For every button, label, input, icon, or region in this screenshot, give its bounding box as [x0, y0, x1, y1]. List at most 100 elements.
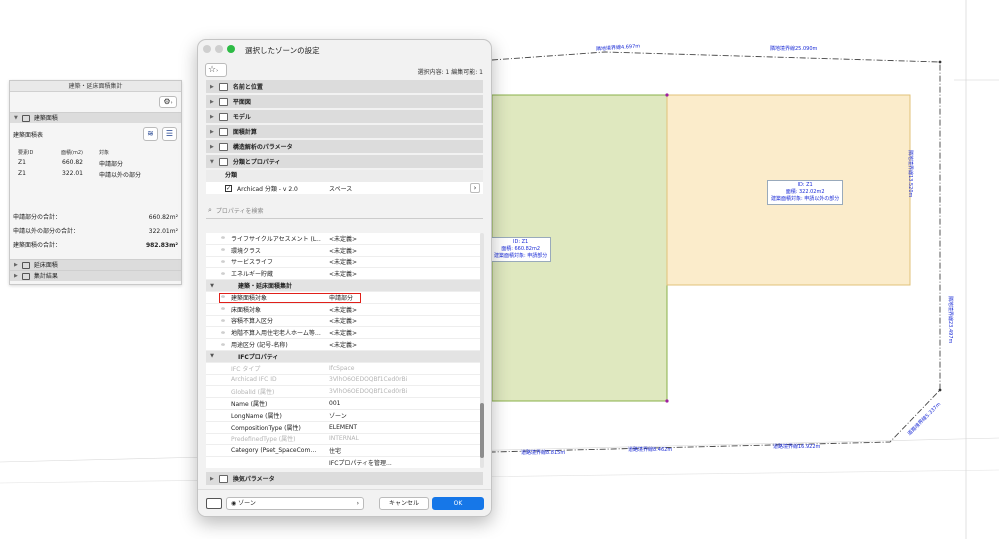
ok-button[interactable]: OK — [432, 497, 484, 510]
boundary-label: 道路境界線8.462m — [628, 447, 673, 453]
panel-area-calc[interactable]: ▶ 面積計算 — [206, 125, 483, 138]
property-row[interactable]: ·CompositionType (属性)ELEMENT — [206, 421, 480, 434]
property-name: エネルギー貯蔵 — [231, 271, 274, 279]
property-value[interactable]: <未定義> — [321, 316, 480, 325]
scroll-thumb[interactable] — [480, 403, 484, 458]
panel-classification[interactable]: ▼ 分類とプロパティ — [206, 155, 483, 168]
classification-row[interactable]: ✓ Archicad 分類 - v 2.0 スペース › — [206, 182, 483, 194]
property-search[interactable]: ⌕ プロパティを検索 — [206, 204, 483, 216]
triangle-right-icon: ▶ — [210, 113, 214, 120]
manage-ifc-link[interactable]: IFCプロパティを管理... — [321, 458, 480, 467]
cancel-button[interactable]: キャンセル — [379, 497, 429, 510]
property-value[interactable]: <未定義> — [321, 340, 480, 349]
property-row[interactable]: ∞ エネルギー貯蔵 <未定義> — [206, 268, 480, 281]
triangle-right-icon: ▶ — [210, 475, 214, 482]
zone-stamp-area: 面積: 660.82m2 — [501, 246, 541, 252]
property-value: IfcSpace — [329, 364, 355, 372]
column-header-id: 要素ID — [18, 150, 34, 156]
property-value[interactable]: ゾーン — [321, 411, 480, 420]
property-group-area[interactable]: ▼ 建築・延床面積集計 — [206, 280, 480, 292]
property-group-ifc[interactable]: ▼ IFCプロパティ — [206, 350, 480, 363]
property-row[interactable]: ∞ 地階不算入用住宅老人ホーム等… <未定義> — [206, 327, 480, 340]
panel-model[interactable]: ▶ モデル — [206, 110, 483, 123]
property-name: Name (属性) — [231, 401, 268, 409]
building-area-icon — [21, 114, 30, 122]
zone-stamp-1[interactable]: ID: Z1 面積: 660.82m2 建築面積対象: 申請部分 — [490, 237, 552, 262]
search-placeholder: プロパティを検索 — [215, 207, 264, 215]
property-name: Category (Pset_SpaceCom… — [231, 447, 317, 455]
property-name: CompositionType (属性) — [231, 424, 301, 432]
total-value: 322.01m² — [148, 228, 178, 235]
property-value[interactable]: 住宅 — [321, 446, 480, 455]
panel-label: 平面図 — [232, 99, 251, 106]
triangle-right-icon: ▶ — [14, 261, 18, 268]
table-row[interactable]: Z1 322.01 申請以外の部分 — [10, 169, 181, 180]
classification-header: 分類 — [206, 170, 483, 182]
property-row[interactable]: ∞ 床面積対象 <未定義> — [206, 303, 480, 316]
cell-target: 申請以外の部分 — [99, 172, 142, 179]
section-result-label: 集計結果 — [33, 272, 58, 280]
zone-stamp-2[interactable]: ID: Z1 面積: 322.02m2 建築面積対象: 申請以外の部分 — [767, 180, 844, 205]
property-row[interactable]: ∞ ライフサイクルアセスメント (L… <未定義> — [206, 233, 480, 245]
property-row[interactable]: ·Category (Pset_SpaceCom…住宅 — [206, 445, 480, 458]
panel-floor-plan[interactable]: ▶ 平面図 — [206, 95, 483, 108]
selection-info: 選択内容: 1 編集可能: 1 — [417, 69, 483, 76]
classification-arrow-button[interactable]: › — [470, 183, 480, 193]
property-row[interactable]: ∞ 環境クラス <未定義> — [206, 244, 480, 257]
panel-structural[interactable]: ▶ 構造解析のパラメータ — [206, 140, 483, 153]
panel-name-position[interactable]: ▶ 名前と位置 — [206, 80, 483, 93]
property-value[interactable]: ELEMENT — [321, 424, 480, 431]
property-row: ·IFC タイプIfcSpace — [206, 362, 480, 375]
zone-layer-select[interactable]: ◉ ゾーン › — [226, 497, 364, 510]
close-window-button[interactable] — [203, 45, 211, 53]
property-value[interactable]: <未定義> — [321, 257, 480, 266]
property-row[interactable]: ·Name (属性)001 — [206, 398, 480, 410]
property-value[interactable]: 001 — [321, 400, 480, 407]
palette-title: 建築・延床面積集計 — [10, 81, 181, 92]
settings-gear-button[interactable]: ⚙› — [159, 96, 177, 108]
property-name: PredefinedType (属性) — [231, 436, 296, 444]
classification-checkbox[interactable]: ✓ — [225, 184, 232, 192]
property-row[interactable]: ∞ サービスライフ <未定義> — [206, 256, 480, 269]
property-value[interactable]: <未定義> — [321, 269, 480, 278]
boundary-vertex — [938, 60, 942, 64]
property-row-highlighted[interactable]: ∞ 建築面積対象 申請部分 — [206, 291, 480, 304]
zone-tool-icon — [206, 498, 222, 509]
triangle-down-icon: ▼ — [210, 158, 214, 165]
favorites-button[interactable]: ☆› — [205, 63, 227, 77]
property-row[interactable]: ∞ 容積不算入区分 <未定義> — [206, 315, 480, 328]
panel-label: 換気パラメータ — [232, 476, 275, 483]
property-value[interactable]: <未定義> — [321, 246, 480, 255]
table-row[interactable]: Z1 660.82 申請部分 — [10, 158, 181, 169]
property-scrollbar[interactable] — [480, 233, 484, 468]
classification-value: スペース — [329, 185, 353, 193]
property-value[interactable]: <未定義> — [321, 328, 480, 337]
property-value: 3VlhO6OEDOQBf1Ced0rBi — [329, 388, 408, 396]
stack-button[interactable]: ☰ — [162, 127, 177, 141]
zoom-window-button[interactable] — [227, 45, 235, 53]
property-name: 地階不算入用住宅老人ホーム等… — [231, 330, 321, 338]
panel-ventilation[interactable]: ▶ 換気パラメータ — [206, 472, 483, 485]
dialog-titlebar[interactable]: 選択したゾーンの設定 — [198, 40, 491, 61]
cell-id: Z1 — [18, 159, 26, 166]
layers-button[interactable]: ≋ — [143, 127, 158, 141]
group-label: 建築・延床面積集計 — [238, 283, 293, 291]
result-icon — [21, 272, 30, 280]
layers-icon: ≋ — [147, 129, 154, 138]
minimize-window-button[interactable] — [215, 45, 223, 53]
zone-vertex — [665, 93, 669, 97]
manage-ifc-row[interactable]: ·IFCプロパティを管理... — [206, 457, 480, 468]
section-result[interactable]: ▶ 集計結果 — [10, 270, 181, 281]
property-value[interactable]: <未定義> — [321, 234, 480, 243]
section-floor-area[interactable]: ▶ 延床面積 — [10, 259, 181, 270]
property-name: 用途区分 (記号-名称) — [231, 342, 288, 350]
property-value[interactable]: <未定義> — [321, 305, 480, 314]
section-building-area[interactable]: ▼ 建築面積 — [10, 112, 181, 123]
divider — [206, 218, 483, 219]
property-row[interactable]: ∞ 用途区分 (記号-名称) <未定義> — [206, 339, 480, 351]
zone-stamp-id: ID: Z1 — [513, 239, 529, 245]
chevron-right-icon: › — [170, 100, 173, 106]
property-name: GlobalId (属性) — [231, 389, 275, 397]
boundary-label: 道路境界線16.922m — [773, 444, 821, 450]
property-row[interactable]: ·LongName (属性)ゾーン — [206, 409, 480, 422]
